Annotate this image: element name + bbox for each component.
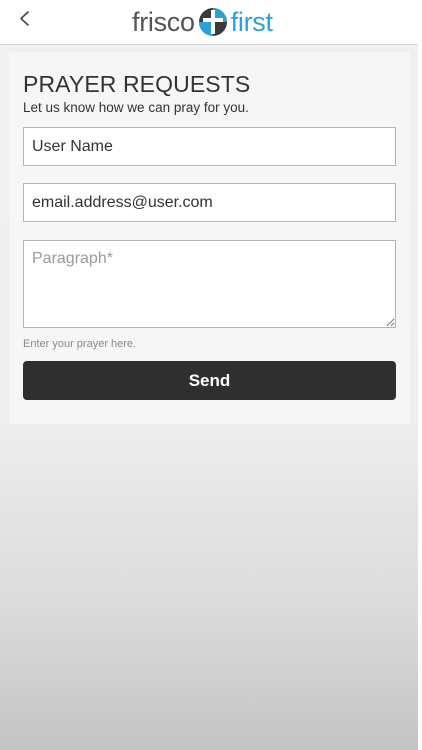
prayer-hint-text: Enter your prayer here. (23, 338, 137, 350)
frisco-first-logo: frisco first (132, 4, 273, 40)
top-bar: frisco first (0, 0, 418, 45)
user-name-input[interactable] (23, 127, 396, 166)
page-subtitle: Let us know how we can pray for you. (23, 100, 249, 115)
cross-circle-icon (198, 8, 227, 36)
chevron-left-icon (20, 11, 29, 26)
screen-edge (418, 0, 422, 750)
prayer-paragraph-textarea[interactable] (23, 240, 396, 328)
email-input[interactable] (23, 183, 396, 222)
app-screen: frisco first PRAYER REQUESTS Let us know… (0, 0, 418, 750)
send-button[interactable]: Send (23, 361, 396, 400)
page-title: PRAYER REQUESTS (23, 71, 251, 97)
back-button[interactable] (12, 6, 38, 36)
prayer-request-form: PRAYER REQUESTS Let us know how we can p… (9, 52, 410, 424)
logo-word-first: first (230, 7, 273, 37)
logo-word-frisco: frisco (132, 7, 195, 37)
